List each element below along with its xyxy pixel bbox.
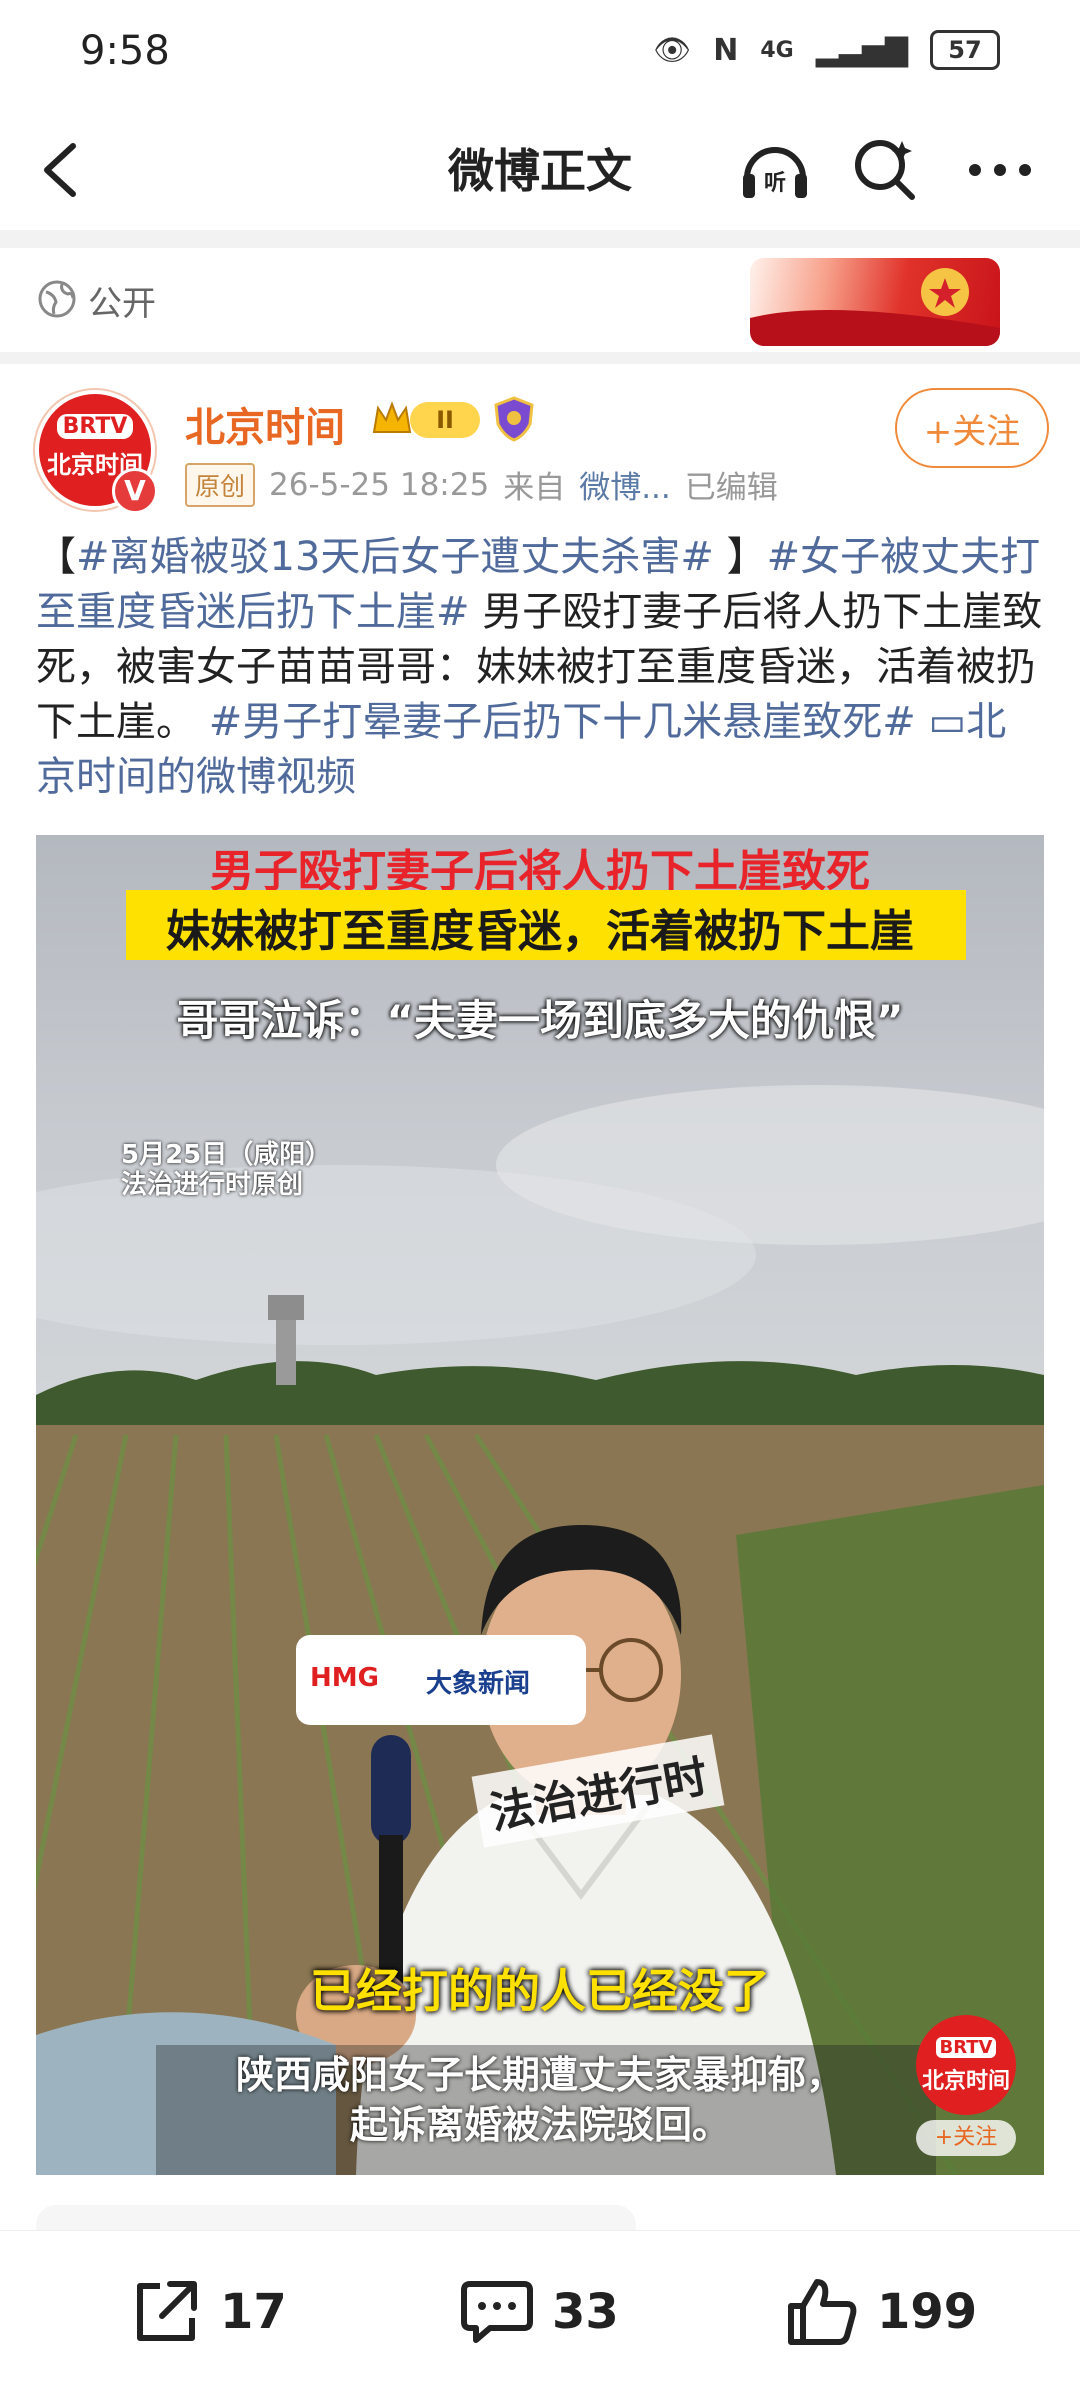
network-label: 4G bbox=[760, 37, 794, 63]
more-icon[interactable] bbox=[960, 130, 1040, 210]
mic-brand-hmg: HMG bbox=[310, 1663, 379, 1693]
watermark-follow-button[interactable]: +关注 bbox=[916, 2120, 1016, 2156]
mic-brand-daxiang: 大象新闻 bbox=[426, 1669, 531, 1699]
video-caption-2: 妹妹被打至重度昏迷，活着被扔下土崖 bbox=[166, 906, 914, 957]
post-text-segment: 【 bbox=[36, 534, 76, 580]
status-time: 9:58 bbox=[80, 28, 170, 74]
source-link[interactable]: 微博... bbox=[579, 462, 671, 507]
eye-icon: 👁 bbox=[653, 32, 692, 68]
video-caption-3: 哥哥泣诉：“夫妻一场到底多大的仇恨” bbox=[176, 996, 904, 1045]
follow-button[interactable]: +关注 bbox=[895, 388, 1049, 468]
comment-button[interactable]: 33 bbox=[460, 2276, 619, 2348]
globe-icon bbox=[36, 278, 78, 324]
repost-icon bbox=[137, 2281, 197, 2341]
post-text: 【#离婚被驳13天后女子遭丈夫杀害# 】#女子被丈夫打至重度昏迷后扔下土崖# 男… bbox=[36, 530, 1046, 805]
post-text-segment: 】 bbox=[713, 534, 767, 580]
watermark-logo: BRTV 北京时间 bbox=[916, 2015, 1016, 2115]
shield-icon bbox=[492, 396, 536, 442]
video-subtitle-1: 已经打的的人已经没了 bbox=[310, 1964, 770, 2018]
comment-count: 33 bbox=[552, 2284, 619, 2340]
nav-bar: 微博正文 听 bbox=[0, 105, 1080, 230]
repost-count: 17 bbox=[220, 2284, 287, 2340]
video-player[interactable]: 男子殴打妻子后将人扔下土崖致死 妹妹被打至重度昏迷，活着被扔下土崖 哥哥泣诉：“… bbox=[36, 835, 1044, 2175]
nfc-icon: N bbox=[713, 32, 739, 68]
post-text-segment bbox=[916, 699, 929, 745]
source-prefix: 来自 bbox=[503, 470, 566, 506]
author-name[interactable]: 北京时间 bbox=[185, 395, 345, 453]
video-subtitle-2-line2: 起诉离婚被法院驳回。 bbox=[349, 2103, 730, 2147]
post-meta: 原创 26-5-25 18:25 来自 微博... 已编辑 bbox=[185, 462, 778, 507]
video-subtitle-2: 陕西咸阳女子长期遭丈夫家暴抑郁， 起诉离婚被法院驳回。 bbox=[36, 2050, 1044, 2150]
repost-button[interactable]: 17 bbox=[130, 2276, 287, 2348]
edited-label[interactable]: 已编辑 bbox=[685, 462, 778, 507]
avatar-logo: BRTV bbox=[56, 414, 134, 439]
privacy-label: 公开 bbox=[88, 284, 156, 324]
privacy-row: 公开 bbox=[0, 248, 1080, 353]
action-bar: 17 33 199 bbox=[0, 2230, 1080, 2391]
like-icon bbox=[788, 2279, 857, 2345]
watermark-name: 北京时间 bbox=[921, 2069, 1010, 2094]
signal-icon: ▂▃▅▇ bbox=[815, 32, 908, 68]
comment-icon bbox=[461, 2281, 533, 2343]
level-badge: II bbox=[410, 402, 480, 438]
video-subtitle-2-line1: 陕西咸阳女子长期遭丈夫家暴抑郁， bbox=[235, 2053, 844, 2097]
battery-icon: 57 bbox=[930, 30, 1000, 70]
status-bar: 9:58 👁 N 4G ▂▃▅▇ 57 bbox=[0, 0, 1080, 105]
like-count: 199 bbox=[877, 2284, 978, 2340]
listen-icon[interactable]: 听 bbox=[735, 130, 815, 210]
video-date-line: 5月25日（咸阳） bbox=[121, 1140, 332, 1170]
topic-link[interactable]: #离婚被驳13天后女子遭丈夫杀害# bbox=[76, 534, 714, 580]
video-date-tag: 5月25日（咸阳） 法治进行时原创 bbox=[121, 1140, 331, 1200]
search-icon[interactable] bbox=[845, 130, 925, 210]
verified-icon: V bbox=[112, 468, 158, 514]
promo-banner[interactable] bbox=[750, 258, 1000, 346]
original-tag: 原创 bbox=[185, 462, 256, 507]
post-timestamp: 26-5-25 18:25 bbox=[269, 466, 490, 503]
crown-icon bbox=[370, 398, 414, 442]
mic-flag: HMG 大象新闻 bbox=[296, 1635, 586, 1725]
listen-label: 听 bbox=[764, 171, 786, 196]
like-button[interactable]: 199 bbox=[785, 2276, 977, 2348]
status-icons: 👁 N 4G ▂▃▅▇ 57 bbox=[653, 30, 1000, 70]
video-program-line: 法治进行时原创 bbox=[121, 1170, 304, 1200]
topic-link[interactable]: #男子打晕妻子后扔下十几米悬崖致死# bbox=[209, 699, 916, 745]
